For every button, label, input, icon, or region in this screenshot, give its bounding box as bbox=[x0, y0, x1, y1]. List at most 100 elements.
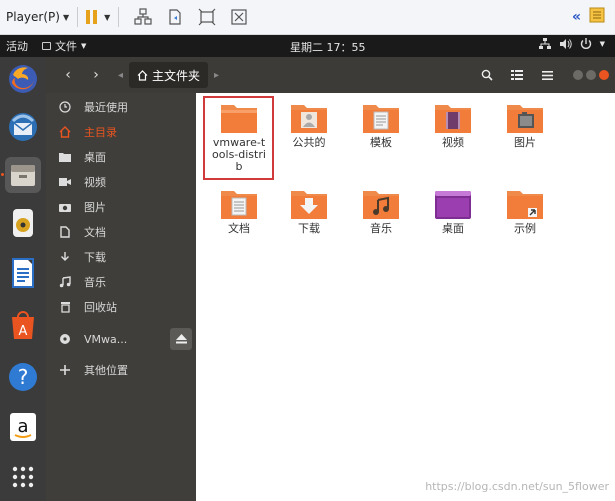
file-item[interactable]: 图片 bbox=[490, 102, 560, 149]
sidebar-item-label: 桌面 bbox=[84, 151, 106, 164]
sidebar-item-trash[interactable]: 回收站 bbox=[46, 295, 196, 319]
file-label: 图片 bbox=[514, 136, 536, 149]
menu-button[interactable] bbox=[535, 63, 559, 87]
fullscreen-icon[interactable] bbox=[196, 6, 218, 28]
rhythmbox-icon[interactable] bbox=[5, 205, 41, 241]
breadcrumb-home[interactable]: 主文件夹 bbox=[129, 62, 209, 88]
file-label: 示例 bbox=[514, 222, 536, 235]
clock-icon bbox=[46, 101, 84, 113]
file-item[interactable]: 桌面 bbox=[418, 188, 488, 235]
forward-button[interactable]: › bbox=[84, 63, 108, 87]
file-item[interactable]: 公共的 bbox=[274, 102, 344, 149]
download-icon bbox=[46, 251, 84, 263]
file-label: 视频 bbox=[442, 136, 464, 149]
vmware-toolbar: Player(P) ▼ ▼ « bbox=[0, 0, 615, 35]
home-icon bbox=[137, 69, 148, 81]
send-ctrl-alt-del-icon[interactable] bbox=[132, 6, 154, 28]
player-menu-label: Player(P) bbox=[6, 10, 60, 24]
chevron-right-icon[interactable]: ▸ bbox=[214, 70, 219, 81]
library-icon[interactable] bbox=[589, 7, 605, 27]
folder-public-icon bbox=[291, 105, 327, 133]
sidebar-item-other-locations[interactable]: 其他位置 bbox=[46, 358, 196, 382]
folder-desktop-icon bbox=[435, 191, 471, 219]
running-indicator bbox=[1, 173, 4, 176]
file-item[interactable]: 视频 bbox=[418, 102, 488, 149]
pause-icon[interactable]: ▼ bbox=[86, 10, 110, 24]
svg-text:?: ? bbox=[18, 365, 29, 389]
files-app-icon bbox=[42, 42, 51, 50]
sidebar-item-documents[interactable]: 文档 bbox=[46, 220, 196, 244]
trash-icon bbox=[46, 301, 84, 313]
app-menu[interactable]: 文件 ▼ bbox=[42, 38, 86, 54]
sidebar-item-label: 图片 bbox=[84, 201, 106, 214]
file-label: 公共的 bbox=[292, 136, 326, 149]
unity-icon[interactable] bbox=[228, 6, 250, 28]
file-item[interactable]: 音乐 bbox=[346, 188, 416, 235]
file-item[interactable]: 模板 bbox=[346, 102, 416, 149]
file-item[interactable]: 下载 bbox=[274, 188, 344, 235]
clock[interactable]: 星期二 17：55 bbox=[290, 39, 366, 55]
sidebar-item-pictures[interactable]: 图片 bbox=[46, 195, 196, 219]
chevron-left-icon[interactable]: ◂ bbox=[118, 70, 123, 81]
sidebar-item-label: VMwa... bbox=[84, 332, 128, 346]
gnome-top-bar: 活动 文件 ▼ 星期二 17：55 ▼ bbox=[0, 35, 615, 57]
player-menu[interactable]: Player(P) ▼ bbox=[6, 10, 69, 24]
network-icon bbox=[538, 38, 551, 49]
chevron-down-icon: ▼ bbox=[81, 42, 87, 50]
sidebar-item-music[interactable]: 音乐 bbox=[46, 270, 196, 294]
show-applications-icon[interactable] bbox=[5, 459, 41, 495]
folder-pictures-icon bbox=[507, 105, 543, 133]
view-toggle-button[interactable] bbox=[505, 63, 529, 87]
sidebar-item-desktop[interactable]: 桌面 bbox=[46, 145, 196, 169]
chevron-left-icon: ‹ bbox=[65, 67, 71, 83]
activities-button[interactable]: 活动 bbox=[6, 38, 28, 54]
close-button[interactable] bbox=[599, 70, 609, 80]
removable-devices-icon[interactable] bbox=[164, 6, 186, 28]
watermark-text: https://blog.csdn.net/sun_5flower bbox=[425, 480, 609, 493]
search-button[interactable] bbox=[475, 63, 499, 87]
svg-text:A: A bbox=[19, 324, 28, 339]
sidebar-item-home[interactable]: 主目录 bbox=[46, 120, 196, 144]
back-button[interactable]: ‹ bbox=[56, 63, 80, 87]
sidebar-item-downloads[interactable]: 下载 bbox=[46, 245, 196, 269]
thunderbird-icon[interactable] bbox=[5, 109, 41, 145]
file-item[interactable]: 示例 bbox=[490, 188, 560, 235]
sidebar-item-videos[interactable]: 视频 bbox=[46, 170, 196, 194]
minimize-button[interactable] bbox=[573, 70, 583, 80]
svg-text:a: a bbox=[17, 416, 28, 437]
folder-music-icon bbox=[363, 191, 399, 219]
toolbar-divider bbox=[77, 7, 79, 27]
folder-examples-icon bbox=[507, 191, 543, 219]
ubuntu-software-icon[interactable]: A bbox=[5, 307, 41, 343]
home-icon bbox=[46, 126, 84, 138]
firefox-icon[interactable] bbox=[5, 61, 41, 97]
plus-icon bbox=[46, 365, 84, 375]
sidebar-item-label: 视频 bbox=[84, 176, 106, 189]
eject-icon bbox=[175, 334, 187, 344]
files-header-bar: ‹ › ◂ 主文件夹 ▸ bbox=[46, 57, 615, 93]
file-label: 文档 bbox=[228, 222, 250, 235]
system-status-area[interactable]: ▼ bbox=[538, 38, 605, 50]
sidebar-item-label: 文档 bbox=[84, 226, 106, 239]
sidebar-item-vmware-disc[interactable]: VMwa... bbox=[46, 327, 196, 351]
file-item[interactable]: vmware-tools-distrib bbox=[204, 102, 274, 173]
chevron-down-icon: ▼ bbox=[599, 40, 605, 48]
video-icon bbox=[46, 177, 84, 187]
eject-button[interactable] bbox=[170, 328, 192, 350]
folder-templates-icon bbox=[363, 105, 399, 133]
file-label: 模板 bbox=[370, 136, 392, 149]
folder-icon bbox=[221, 105, 257, 133]
chevron-down-icon: ▼ bbox=[104, 12, 111, 22]
help-icon[interactable]: ? bbox=[5, 359, 41, 395]
files-icon[interactable] bbox=[5, 157, 41, 193]
collapse-toolbar-icon[interactable]: « bbox=[572, 9, 581, 25]
sidebar-item-recent[interactable]: 最近使用 bbox=[46, 95, 196, 119]
file-item[interactable]: 文档 bbox=[204, 188, 274, 235]
hamburger-icon bbox=[541, 70, 553, 80]
maximize-button[interactable] bbox=[586, 70, 596, 80]
sidebar-item-label: 主目录 bbox=[84, 126, 117, 139]
file-view: vmware-tools-distrib 公共的 模板 视频 图片 文档 下载 bbox=[196, 93, 615, 501]
libreoffice-writer-icon[interactable] bbox=[5, 255, 41, 291]
folder-videos-icon bbox=[435, 105, 471, 133]
amazon-icon[interactable]: a bbox=[5, 409, 41, 445]
